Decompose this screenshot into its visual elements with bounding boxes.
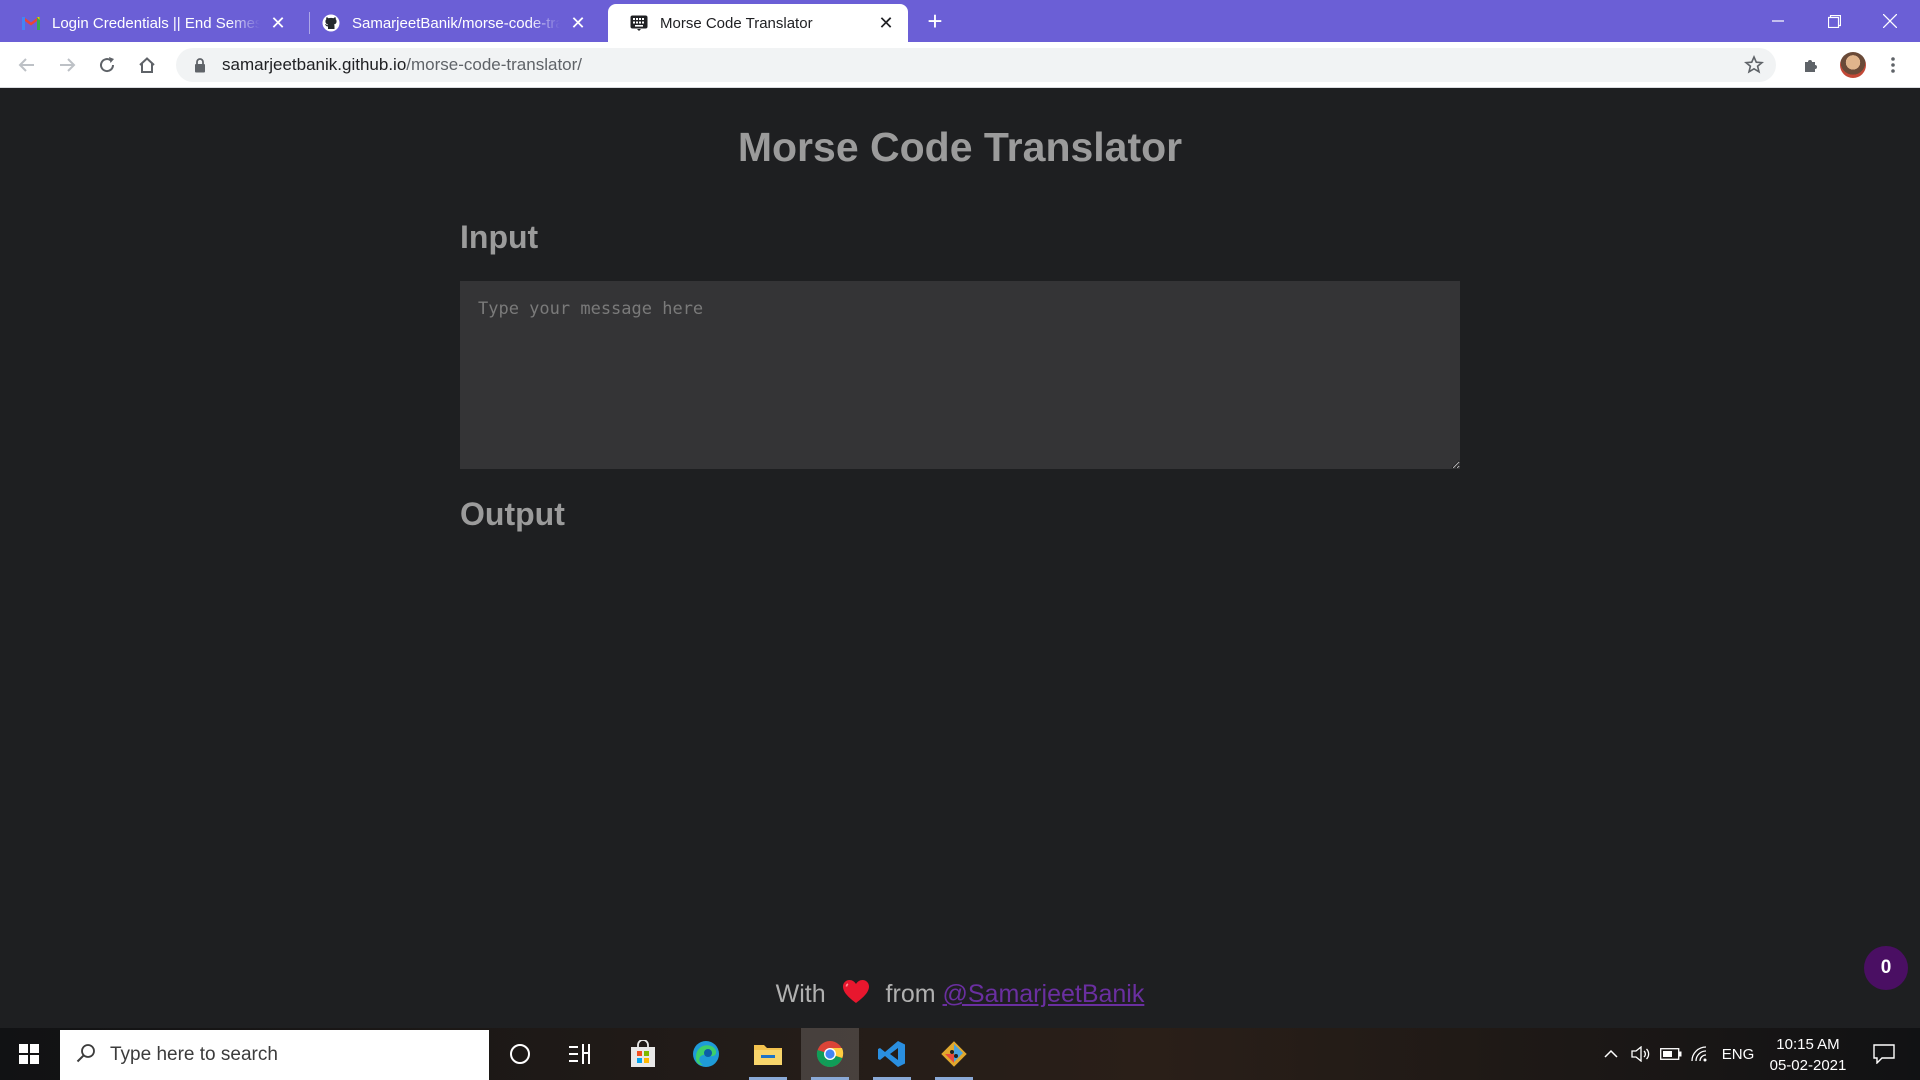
footer-middle: from [885, 980, 936, 1009]
reload-icon[interactable] [92, 50, 122, 80]
browser-toolbar: samarjeetbanik.github.io/morse-code-tran… [0, 42, 1920, 88]
store-icon[interactable] [614, 1028, 672, 1080]
chrome-icon[interactable] [801, 1028, 859, 1080]
minimize-icon[interactable] [1750, 0, 1806, 42]
heart-icon [842, 980, 869, 1011]
menu-kebab-icon[interactable] [1878, 50, 1908, 80]
tab-gmail[interactable]: Login Credentials || End Semeste ✕ [0, 4, 300, 42]
profile-avatar[interactable] [1840, 52, 1866, 78]
back-icon[interactable] [12, 50, 42, 80]
home-icon[interactable] [132, 50, 162, 80]
page-title: Morse Code Translator [737, 124, 1183, 170]
search-icon [76, 1043, 96, 1068]
volume-icon[interactable] [1628, 1028, 1654, 1080]
bookmark-star-icon[interactable] [1743, 55, 1765, 75]
chevron-up-icon[interactable] [1598, 1028, 1624, 1080]
tab-title: Morse Code Translator [660, 14, 813, 32]
author-link[interactable]: @SamarjeetBanik [943, 980, 1145, 1008]
footer-prefix: With [775, 980, 826, 1009]
address-bar[interactable]: samarjeetbanik.github.io/morse-code-tran… [176, 48, 1776, 82]
close-tab-icon[interactable]: ✕ [268, 13, 288, 33]
restore-icon[interactable] [1806, 0, 1862, 42]
github-icon [322, 14, 340, 32]
gmail-icon [22, 14, 40, 32]
wifi-icon[interactable] [1688, 1028, 1714, 1080]
tab-morse-translator[interactable]: Morse Code Translator ✕ [608, 4, 908, 42]
input-heading: Input [460, 219, 539, 255]
battery-icon[interactable] [1658, 1028, 1684, 1080]
url-host: samarjeetbanik.github.io [222, 55, 407, 74]
extensions-icon[interactable] [1796, 50, 1826, 80]
taskbar-search-box[interactable]: Type here to search [60, 1030, 489, 1080]
message-input[interactable] [460, 281, 1460, 469]
task-view-icon[interactable] [551, 1028, 609, 1080]
lock-icon[interactable] [192, 57, 208, 73]
git-icon[interactable] [925, 1028, 983, 1080]
keyboard-icon [630, 14, 648, 32]
search-placeholder: Type here to search [110, 1044, 278, 1065]
clock-date: 05-02-2021 [1769, 1057, 1847, 1074]
clock[interactable]: 10:15 AM 05-02-2021 [1760, 1034, 1856, 1076]
page-viewport: Morse Code Translator Input Output With … [0, 88, 1920, 1028]
windows-start-icon[interactable] [0, 1028, 58, 1080]
tab-title: SamarjeetBanik/morse-code-tran [352, 14, 560, 32]
tab-strip: Login Credentials || End Semeste ✕ Samar… [0, 0, 1920, 42]
close-window-icon[interactable] [1862, 0, 1918, 42]
notification-center-icon[interactable] [1864, 1028, 1904, 1080]
close-tab-icon[interactable]: ✕ [876, 13, 896, 33]
cortana-icon[interactable] [491, 1028, 549, 1080]
vscode-icon[interactable] [863, 1028, 921, 1080]
forward-icon[interactable] [52, 50, 82, 80]
tab-github[interactable]: SamarjeetBanik/morse-code-tran ✕ [300, 4, 600, 42]
tab-title: Login Credentials || End Semeste [52, 14, 260, 32]
footer: With from @SamarjeetBanik [0, 980, 1920, 1011]
output-heading: Output [460, 496, 565, 532]
language-indicator[interactable]: ENG [1718, 1028, 1758, 1080]
clock-time: 10:15 AM [1776, 1036, 1840, 1053]
windows-taskbar: Type here to search ENG 10:15 AM 05-02-2… [0, 1028, 1920, 1080]
close-tab-icon[interactable]: ✕ [568, 13, 588, 33]
url-text: samarjeetbanik.github.io/morse-code-tran… [222, 55, 582, 75]
edge-icon[interactable] [677, 1028, 735, 1080]
counter-badge[interactable]: 0 [1864, 946, 1908, 990]
new-tab-button[interactable]: + [921, 8, 949, 36]
url-path: /morse-code-translator/ [406, 55, 583, 74]
file-explorer-icon[interactable] [739, 1028, 797, 1080]
